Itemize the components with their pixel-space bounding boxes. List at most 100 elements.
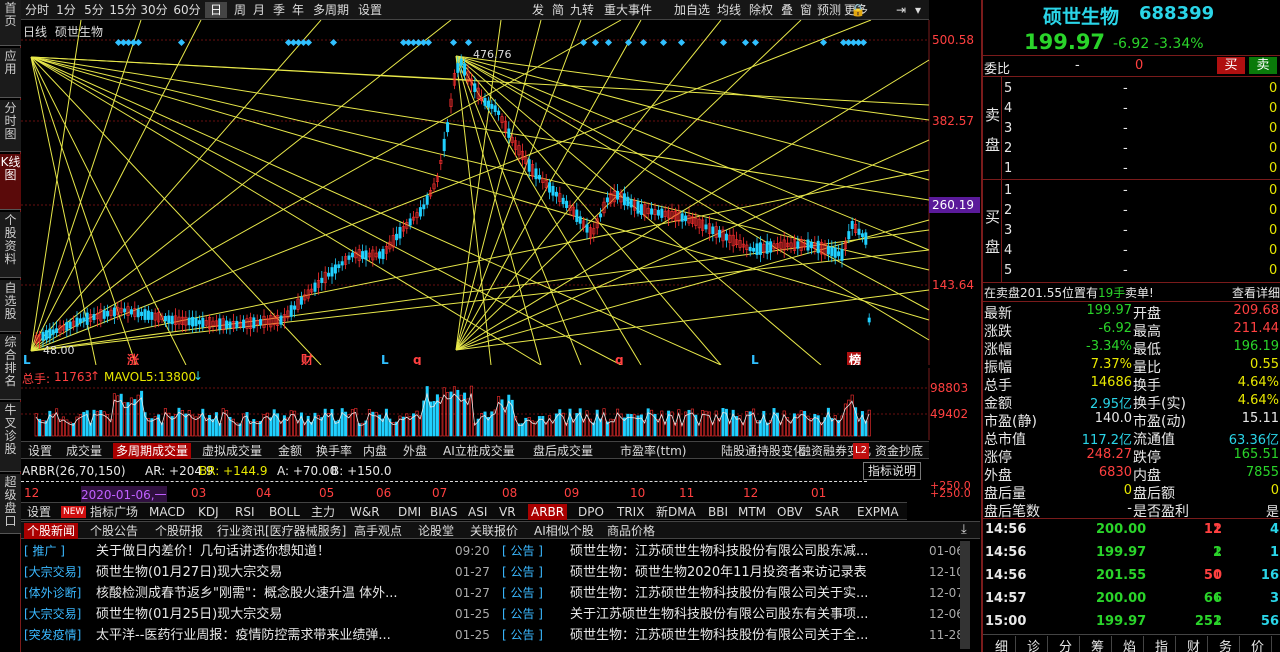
indicator-tab2-17[interactable]: BBI — [705, 504, 731, 520]
export-icon[interactable]: ⇥ — [893, 2, 909, 18]
period-tab-4[interactable]: 30分 — [139, 2, 169, 18]
indicator-tab2-7[interactable]: 主力 — [308, 504, 338, 520]
indicator-tab-8[interactable]: AI立桩成交量 — [440, 443, 518, 459]
indicator-tab2-4[interactable]: KDJ — [195, 504, 222, 520]
indicator-tab-0[interactable]: 设置 — [25, 443, 55, 459]
indicator-tab-5[interactable]: 换手率 — [313, 443, 355, 459]
tool-tab-5[interactable]: 均线 — [714, 2, 744, 18]
arbr-panel[interactable]: ARBR(26,70,150) AR: +204.9 BR: +144.9 A:… — [21, 460, 980, 484]
tool-tab-1[interactable]: 简 — [549, 2, 567, 18]
news-tab-6[interactable]: 关联报价 — [467, 523, 521, 539]
indicator-tab-10[interactable]: 市盈率(ttm) — [617, 443, 689, 459]
tool-tab-2[interactable]: 九转 — [567, 2, 597, 18]
indicator-tab2-6[interactable]: BOLL — [266, 504, 303, 520]
volume-chart[interactable]: 总手: 11763 ↑ MAVOL5: 13800 ↓ 98803 49402 — [21, 368, 980, 440]
news-title[interactable]: 硕世生物(01月25日)现大宗交易 — [96, 604, 456, 625]
news-title[interactable]: 关于做日内差价！几句话讲透你想知道！ — [96, 541, 456, 562]
left-tab-2[interactable]: 分时图 — [0, 100, 21, 152]
left-tab-6[interactable]: 综合排名 — [0, 334, 21, 400]
news-tab-7[interactable]: AI相似个股 — [531, 523, 597, 539]
news-row[interactable]: [体外诊断] 核酸检测成春节返乡"刚需"：概念股火速升温 体外... 01-27 [ … — [21, 583, 980, 604]
period-tab-3[interactable]: 15分 — [108, 2, 138, 18]
right-bottom-tab-0[interactable]: 细 — [988, 636, 1016, 652]
indicator-tab2-14[interactable]: DPO — [575, 504, 607, 520]
tool-tab-8[interactable]: 窗 — [797, 2, 815, 18]
period-tab-6[interactable]: 日 — [205, 2, 227, 18]
indicator-tab-3[interactable]: 虚拟成交量 — [199, 443, 265, 459]
indicator-tab2-16[interactable]: 新DMA — [653, 504, 699, 520]
indicator-tab2-13[interactable]: ARBR — [528, 504, 568, 520]
news-row[interactable]: [大宗交易] 硕世生物(01月25日)现大宗交易 01-25 [ 公告 ] 关于江苏硕世… — [21, 604, 980, 625]
indicator-tab2-8[interactable]: W&R — [347, 504, 383, 520]
notice-title[interactable]: 关于江苏硕世生物科技股份有限公司股东有关事项... — [570, 604, 920, 625]
download-icon[interactable]: ⤓ — [961, 522, 967, 538]
news-tab-0[interactable]: 个股新闻 — [24, 523, 79, 539]
left-tab-5[interactable]: 自选股 — [0, 280, 21, 332]
right-bottom-tab-6[interactable]: 财 — [1180, 636, 1208, 652]
notice-detail-link[interactable]: 查看详细 — [1232, 284, 1280, 301]
lock-icon[interactable]: 🔒 — [850, 2, 866, 18]
indicator-tab-9[interactable]: 盘后成交量 — [530, 443, 596, 459]
notice-title[interactable]: 硕世生物：江苏硕世生物科技股份有限公司股东减... — [570, 541, 920, 562]
notice-title[interactable]: 硕世生物：硕世生物2020年11月投资者来访记录表 — [570, 562, 920, 583]
right-bottom-tab-3[interactable]: 筹 — [1084, 636, 1112, 652]
right-bottom-tab-8[interactable]: 价 — [1244, 636, 1272, 652]
period-tab-1[interactable]: 1分 — [53, 2, 79, 18]
tool-tab-6[interactable]: 除权 — [746, 2, 776, 18]
left-tab-7[interactable]: 牛叉诊股 — [0, 402, 21, 472]
news-row[interactable]: [突发疫情] 太平洋--医药行业周报：疫情防控需求带来业绩弹... 01-25 [ 公… — [21, 625, 980, 646]
indicator-tab2-20[interactable]: SAR — [812, 504, 842, 520]
indicator-tab2-0[interactable]: 设置 — [24, 504, 54, 520]
news-tab-2[interactable]: 个股研报 — [152, 523, 206, 539]
indicator-tab-7[interactable]: 外盘 — [400, 443, 430, 459]
news-row[interactable]: [大宗交易] 硕世生物(01月27日)现大宗交易 01-27 [ 公告 ] 硕世生物：硕… — [21, 562, 980, 583]
kline-chart[interactable]: 500.58382.57260.19143.64260.19476.7648.0… — [21, 19, 980, 367]
tool-tab-9[interactable]: 预测 — [816, 2, 842, 18]
indicator-tab2-21[interactable]: EXPMA — [854, 504, 902, 520]
period-tab-12[interactable]: 设置 — [354, 2, 386, 18]
news-tab-5[interactable]: 论股堂 — [415, 523, 457, 539]
tool-tab-0[interactable]: 发 — [529, 2, 547, 18]
news-tab-3[interactable]: 行业资讯[医疗器械服务] — [214, 523, 349, 539]
indicator-tab2-18[interactable]: MTM — [735, 504, 769, 520]
left-tab-4[interactable]: 个股资料 — [0, 212, 21, 278]
right-bottom-tab-1[interactable]: 诊 — [1020, 636, 1048, 652]
right-bottom-tab-7[interactable]: 务 — [1212, 636, 1240, 652]
indicator-tab-6[interactable]: 内盘 — [360, 443, 390, 459]
right-bottom-tab-4[interactable]: 焰 — [1116, 636, 1144, 652]
buy-button[interactable]: 买 — [1217, 57, 1245, 74]
notice-title[interactable]: 硕世生物：江苏硕世生物科技股份有限公司关于实... — [570, 583, 920, 604]
tool-tab-7[interactable]: 叠 — [778, 2, 796, 18]
news-tab-8[interactable]: 商品价格 — [604, 523, 658, 539]
left-tab-8[interactable]: 超级盘口 — [0, 474, 21, 534]
indicator-tab-2[interactable]: 多周期成交量 — [113, 443, 192, 459]
notice-title[interactable]: 硕世生物：江苏硕世生物科技股份有限公司关于全... — [570, 625, 920, 646]
dropdown-icon[interactable]: ▾ — [911, 2, 925, 18]
right-bottom-tab-5[interactable]: 指 — [1148, 636, 1176, 652]
news-title[interactable]: 硕世生物(01月27日)现大宗交易 — [96, 562, 456, 583]
indicator-tab2-3[interactable]: MACD — [146, 504, 188, 520]
indicator-tab-1[interactable]: 成交量 — [63, 443, 105, 459]
left-tab-3[interactable]: K线图 — [0, 154, 21, 210]
indicator-tab-4[interactable]: 金额 — [275, 443, 305, 459]
news-title[interactable]: 太平洋--医药行业周报：疫情防控需求带来业绩弹... — [96, 625, 456, 646]
kline-svg[interactable]: 500.58382.57260.19143.64260.19476.7648.0… — [21, 19, 980, 367]
news-scrollbar[interactable] — [960, 541, 970, 649]
news-tab-4[interactable]: 高手观点 — [351, 523, 405, 539]
indicator-tab2-12[interactable]: VR — [496, 504, 519, 520]
left-tab-1[interactable]: 应用 — [0, 48, 21, 98]
indicator-tab-13[interactable]: 资金抄底 — [872, 443, 926, 459]
period-tab-2[interactable]: 5分 — [81, 2, 107, 18]
indicator-help-button[interactable]: 指标说明 — [863, 462, 922, 480]
right-bottom-tab-2[interactable]: 分 — [1052, 636, 1080, 652]
indicator-tab2-19[interactable]: OBV — [774, 504, 806, 520]
period-tab-10[interactable]: 年 — [289, 2, 307, 18]
news-row[interactable]: [ 推广 ] 关于做日内差价！几句话讲透你想知道！ 09:20 [ 公告 ] 硕世生物：… — [21, 541, 980, 562]
period-tab-5[interactable]: 60分 — [171, 2, 203, 18]
news-tab-1[interactable]: 个股公告 — [87, 523, 141, 539]
news-title[interactable]: 核酸检测成春节返乡"刚需"：概念股火速升温 体外... — [96, 583, 456, 604]
period-tab-8[interactable]: 月 — [250, 2, 268, 18]
indicator-tab2-9[interactable]: DMI — [395, 504, 424, 520]
indicator-tab-11[interactable]: 陆股通持股变化 — [718, 443, 808, 459]
sell-button[interactable]: 卖 — [1249, 57, 1277, 74]
